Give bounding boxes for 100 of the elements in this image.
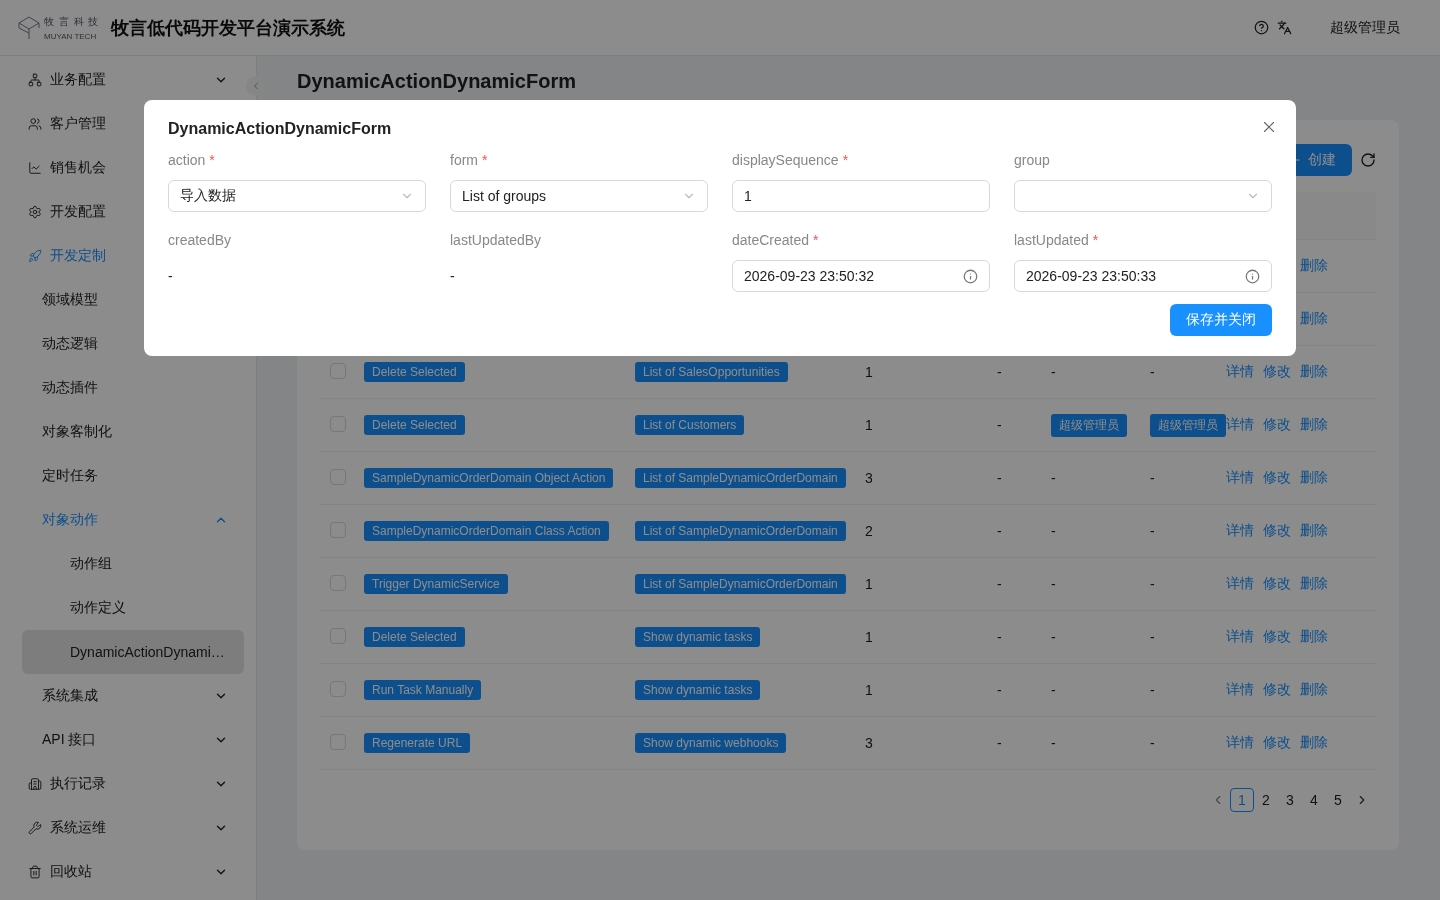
action-link[interactable]: 删除 xyxy=(1300,522,1328,540)
required-mark: * xyxy=(482,152,488,168)
sidebar-item[interactable]: 定时任务 xyxy=(12,454,244,498)
action-link[interactable]: 详情 xyxy=(1226,522,1254,540)
table-cell-text: - xyxy=(1149,364,1156,380)
action-link[interactable]: 删除 xyxy=(1300,416,1328,434)
sidebar-item[interactable]: 对象动作 xyxy=(12,498,244,542)
action-link[interactable]: 详情 xyxy=(1226,416,1254,434)
action-link[interactable]: 修改 xyxy=(1263,575,1291,593)
sidebar-item[interactable]: 动作组 xyxy=(22,542,244,586)
action-link[interactable]: 删除 xyxy=(1300,310,1328,328)
action-tag: SampleDynamicOrderDomain Class Action xyxy=(364,521,609,541)
help-icon[interactable] xyxy=(1254,20,1269,35)
building-icon xyxy=(28,777,42,791)
form-tag: List of SalesOpportunities xyxy=(635,362,788,382)
chart-icon xyxy=(28,161,42,175)
table-cell-text: 1 xyxy=(864,682,874,698)
save-close-button[interactable]: 保存并关闭 xyxy=(1170,304,1272,336)
action-link[interactable]: 详情 xyxy=(1226,363,1254,381)
action-link[interactable]: 修改 xyxy=(1263,628,1291,646)
table-cell-text: - xyxy=(996,364,1003,380)
sidebar-item[interactable]: 系统运维 xyxy=(12,806,244,850)
action-link[interactable]: 修改 xyxy=(1263,416,1291,434)
table-cell-text: - xyxy=(1050,735,1057,751)
field-value: - xyxy=(450,268,455,284)
action-link[interactable]: 删除 xyxy=(1300,734,1328,752)
sidebar-item[interactable]: 回收站 xyxy=(12,850,244,894)
action-link[interactable]: 修改 xyxy=(1263,522,1291,540)
required-mark: * xyxy=(209,152,215,168)
action-link[interactable]: 删除 xyxy=(1300,628,1328,646)
sidebar-item[interactable]: 动态插件 xyxy=(12,366,244,410)
table-cell-text: - xyxy=(1050,523,1057,539)
action-link[interactable]: 删除 xyxy=(1300,257,1328,275)
action-tag: Trigger DynamicService xyxy=(364,574,508,594)
date-field[interactable]: 2026-09-23 23:50:33 xyxy=(1014,260,1272,292)
users-icon xyxy=(28,117,42,131)
field-label: form xyxy=(450,152,478,168)
action-link[interactable]: 修改 xyxy=(1263,363,1291,381)
action-link[interactable]: 删除 xyxy=(1300,575,1328,593)
action-tag: SampleDynamicOrderDomain Object Action xyxy=(364,468,614,488)
action-link[interactable]: 详情 xyxy=(1226,575,1254,593)
logo-text: MUYAN TECH xyxy=(44,31,98,41)
field-label: group xyxy=(1014,152,1050,168)
action-link[interactable]: 详情 xyxy=(1226,628,1254,646)
sidebar-item[interactable]: API 接口 xyxy=(12,718,244,762)
reload-icon[interactable] xyxy=(1360,152,1376,168)
required-mark: * xyxy=(813,232,819,248)
sidebar-item[interactable]: 动作定义 xyxy=(22,586,244,630)
table-cell-text: 2 xyxy=(864,523,874,539)
user-name[interactable]: 超级管理员 xyxy=(1330,18,1400,37)
wrench-icon xyxy=(28,821,42,835)
action-link[interactable]: 修改 xyxy=(1263,469,1291,487)
form-tag: Show dynamic webhooks xyxy=(635,733,787,753)
field-label: lastUpdatedBy xyxy=(450,232,542,248)
page-title: DynamicActionDynamicForm xyxy=(297,70,576,94)
action-link[interactable]: 修改 xyxy=(1263,681,1291,699)
sidebar-item[interactable]: 执行记录 xyxy=(12,762,244,806)
field-value: - xyxy=(168,268,173,284)
table-cell-text: - xyxy=(1050,364,1057,380)
translate-icon[interactable] xyxy=(1277,20,1292,35)
form-tag: List of SampleDynamicOrderDomain xyxy=(635,521,846,541)
action-link[interactable]: 删除 xyxy=(1300,681,1328,699)
form-tag: Show dynamic tasks xyxy=(635,680,761,700)
form-tag: List of Customers xyxy=(635,415,745,435)
input-field[interactable]: 1 xyxy=(732,180,990,212)
action-link[interactable]: 详情 xyxy=(1226,469,1254,487)
action-link[interactable]: 详情 xyxy=(1226,734,1254,752)
select-field[interactable]: List of groups xyxy=(450,180,708,212)
table-cell-text: - xyxy=(1149,682,1156,698)
select-field[interactable] xyxy=(1014,180,1272,212)
trash-icon xyxy=(28,865,42,879)
action-link[interactable]: 详情 xyxy=(1226,681,1254,699)
date-field[interactable]: 2026-09-23 23:50:32 xyxy=(732,260,990,292)
table-cell-text: - xyxy=(996,682,1003,698)
form-tag: List of SampleDynamicOrderDomain xyxy=(635,468,846,488)
action-tag: Regenerate URL xyxy=(364,733,471,753)
sidebar-item[interactable]: 对象客制化 xyxy=(12,410,244,454)
logo-text: 牧 言 科 技 xyxy=(44,14,100,29)
sidebar-item[interactable]: 系统集成 xyxy=(12,674,244,718)
form-tag: Show dynamic tasks xyxy=(635,627,761,647)
action-tag: Delete Selected xyxy=(364,627,465,647)
app-title: 牧言低代码开发平台演示系统 xyxy=(111,16,346,40)
field-label: lastUpdated xyxy=(1014,232,1089,248)
info-icon xyxy=(963,268,978,284)
table-cell-text: - xyxy=(996,629,1003,645)
action-link[interactable]: 删除 xyxy=(1300,363,1328,381)
dialog-title: DynamicActionDynamicForm xyxy=(168,120,392,138)
sidebar-item[interactable]: 业务配置 xyxy=(12,58,244,102)
select-field[interactable]: 导入数据 xyxy=(168,180,426,212)
action-tag: Delete Selected xyxy=(364,362,465,382)
table-cell-text: - xyxy=(1149,576,1156,592)
page-button[interactable]: 1 xyxy=(1230,788,1254,812)
table-cell-text: - xyxy=(1050,682,1057,698)
action-link[interactable]: 删除 xyxy=(1300,469,1328,487)
table-cell-text: - xyxy=(1149,523,1156,539)
action-link[interactable]: 修改 xyxy=(1263,734,1291,752)
table-cell-text: - xyxy=(996,470,1003,486)
sidebar-item[interactable]: DynamicActionDynami… xyxy=(22,630,244,674)
role-tag: 超级管理员 xyxy=(1051,413,1127,437)
rocket-icon xyxy=(28,249,42,263)
